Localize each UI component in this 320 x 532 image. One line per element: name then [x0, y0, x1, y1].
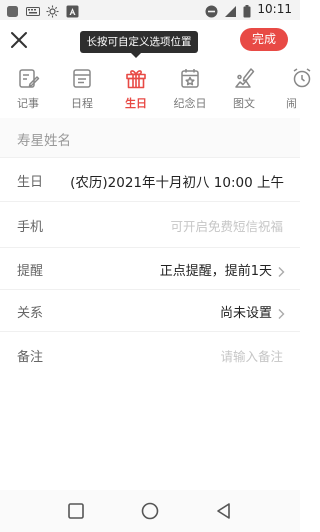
close-icon[interactable]: [8, 29, 30, 51]
do-not-disturb-icon: [205, 3, 218, 17]
phone-label: 手机: [17, 220, 44, 235]
relation-row[interactable]: 关系 尚未设置: [0, 290, 300, 332]
status-bar: 10:11: [0, 0, 300, 20]
header: 长按可自定义选项位置 完成: [0, 20, 300, 62]
relation-value: 尚未设置: [219, 306, 272, 321]
tooltip: 长按可自定义选项位置: [80, 31, 198, 53]
a-icon: [66, 3, 79, 18]
note-input[interactable]: 请输入备注: [220, 346, 283, 365]
tab-label: 闹: [286, 97, 297, 110]
reminder-row[interactable]: 提醒 正点提醒，提前1天: [0, 248, 300, 290]
tab-birthday[interactable]: 生日: [108, 62, 164, 118]
birthday-value: (农历)2021年十月初八 10:00 上午: [70, 175, 284, 191]
name-field[interactable]: 寿星姓名: [0, 118, 300, 158]
reminder-label: 提醒: [17, 264, 44, 279]
name-placeholder: 寿星姓名: [17, 133, 71, 149]
tab-label: 纪念日: [173, 97, 207, 110]
relation-label: 关系: [17, 306, 44, 321]
square-icon[interactable]: [66, 501, 86, 521]
signal-icon: [224, 3, 237, 17]
gift-icon: [126, 70, 146, 89]
anniversary-icon: [181, 69, 199, 88]
tab-note[interactable]: 记事: [0, 62, 56, 118]
note-icon: [19, 69, 40, 88]
note-label: 备注: [17, 350, 44, 365]
status-icons-left: [6, 3, 79, 18]
back-triangle-icon[interactable]: [214, 501, 234, 521]
alarm-icon: [293, 68, 311, 88]
category-tabs: 记事 日程 生日 纪念日 图文 闹: [0, 62, 311, 118]
tab-label: 记事: [17, 97, 39, 110]
birthday-form: 寿星姓名 生日 (农历)2021年十月初八 10:00 上午 手机 可开启免费短…: [0, 118, 300, 378]
brightness-icon: [46, 3, 59, 18]
phone-row[interactable]: 手机 可开启免费短信祝福: [0, 202, 300, 248]
system-nav-bar: [0, 490, 300, 532]
schedule-icon: [73, 69, 91, 88]
note-row[interactable]: 备注 请输入备注: [0, 332, 300, 378]
tab-label: 图文: [233, 97, 255, 110]
chevron-right-icon: [277, 305, 285, 319]
tab-image-text[interactable]: 图文: [216, 62, 272, 118]
reminder-value: 正点提醒，提前1天: [159, 264, 272, 279]
tab-anniversary[interactable]: 纪念日: [162, 62, 218, 118]
tab-label: 生日: [125, 97, 147, 110]
chevron-right-icon: [277, 263, 285, 277]
tab-schedule[interactable]: 日程: [54, 62, 110, 118]
status-icons-right: 10:11: [205, 2, 292, 17]
status-time: 10:11: [257, 2, 292, 16]
tab-alarm[interactable]: 闹: [274, 62, 320, 118]
birthday-row[interactable]: 生日 (农历)2021年十月初八 10:00 上午: [0, 158, 300, 202]
tooltip-arrow: [131, 53, 141, 58]
app-icon: [6, 3, 19, 17]
battery-icon: [243, 3, 251, 17]
circle-icon[interactable]: [140, 501, 160, 521]
phone-input[interactable]: 可开启免费短信祝福: [170, 216, 283, 235]
keyboard-icon: [26, 3, 40, 16]
done-button[interactable]: 完成: [240, 28, 288, 51]
tab-label: 日程: [71, 97, 93, 110]
birthday-label: 生日: [17, 175, 44, 190]
pen-image-icon: [235, 68, 255, 88]
